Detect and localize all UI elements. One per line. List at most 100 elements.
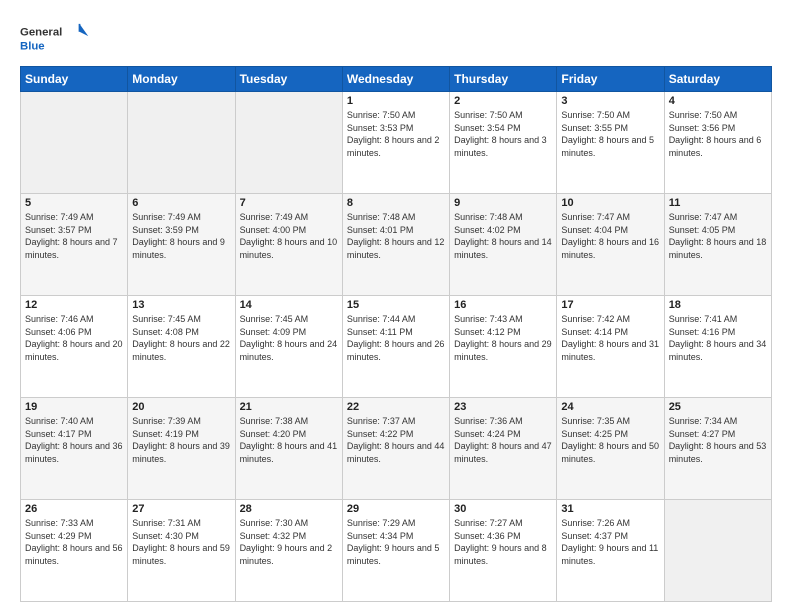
calendar-cell: 31 Sunrise: 7:26 AM Sunset: 4:37 PM Dayli… [557,500,664,602]
page: General Blue SundayMondayTuesdayWednesda… [0,0,792,612]
day-number: 5 [25,197,123,209]
calendar-cell: 6 Sunrise: 7:49 AM Sunset: 3:59 PM Daylig… [128,194,235,296]
day-number: 14 [240,299,338,311]
day-number: 12 [25,299,123,311]
day-number: 28 [240,503,338,515]
calendar-cell: 3 Sunrise: 7:50 AM Sunset: 3:55 PM Daylig… [557,92,664,194]
calendar-cell: 4 Sunrise: 7:50 AM Sunset: 3:56 PM Daylig… [664,92,771,194]
day-number: 19 [25,401,123,413]
calendar-cell [21,92,128,194]
calendar-cell: 30 Sunrise: 7:27 AM Sunset: 4:36 PM Dayli… [450,500,557,602]
day-info: Sunrise: 7:35 AM Sunset: 4:25 PM Dayligh… [561,415,659,465]
calendar-cell: 26Sunrise: 7:33 AM Sunset: 4:29 PM Dayli… [21,500,128,602]
day-number: 4 [669,95,767,107]
day-info: Sunrise: 7:36 AM Sunset: 4:24 PM Dayligh… [454,415,552,465]
day-number: 13 [132,299,230,311]
day-number: 6 [132,197,230,209]
weekday-header-friday: Friday [557,67,664,92]
calendar-cell: 23 Sunrise: 7:36 AM Sunset: 4:24 PM Dayli… [450,398,557,500]
day-number: 2 [454,95,552,107]
day-info: Sunrise: 7:26 AM Sunset: 4:37 PM Dayligh… [561,517,659,567]
calendar-cell [664,500,771,602]
day-number: 23 [454,401,552,413]
svg-text:General: General [20,26,62,38]
day-number: 7 [240,197,338,209]
calendar-cell: 24 Sunrise: 7:35 AM Sunset: 4:25 PM Dayli… [557,398,664,500]
day-info: Sunrise: 7:50 AM Sunset: 3:56 PM Dayligh… [669,109,767,159]
day-info: Sunrise: 7:40 AM Sunset: 4:17 PM Dayligh… [25,415,123,465]
day-info: Sunrise: 7:46 AM Sunset: 4:06 PM Dayligh… [25,313,123,363]
day-info: Sunrise: 7:48 AM Sunset: 4:02 PM Dayligh… [454,211,552,261]
weekday-header-monday: Monday [128,67,235,92]
day-number: 27 [132,503,230,515]
day-number: 8 [347,197,445,209]
weekday-header-row: SundayMondayTuesdayWednesdayThursdayFrid… [21,67,772,92]
week-row-1: 1Sunrise: 7:50 AM Sunset: 3:53 PM Daylig… [21,92,772,194]
header: General Blue [20,18,772,56]
logo-icon: General Blue [20,18,90,56]
day-info: Sunrise: 7:45 AM Sunset: 4:09 PM Dayligh… [240,313,338,363]
calendar: SundayMondayTuesdayWednesdayThursdayFrid… [20,66,772,602]
day-number: 29 [347,503,445,515]
calendar-cell: 28 Sunrise: 7:30 AM Sunset: 4:32 PM Dayli… [235,500,342,602]
day-info: Sunrise: 7:50 AM Sunset: 3:55 PM Dayligh… [561,109,659,159]
day-number: 3 [561,95,659,107]
calendar-cell [128,92,235,194]
calendar-cell: 21 Sunrise: 7:38 AM Sunset: 4:20 PM Dayli… [235,398,342,500]
day-number: 10 [561,197,659,209]
day-number: 11 [669,197,767,209]
calendar-cell: 18 Sunrise: 7:41 AM Sunset: 4:16 PM Dayli… [664,296,771,398]
day-info: Sunrise: 7:34 AM Sunset: 4:27 PM Dayligh… [669,415,767,465]
day-info: Sunrise: 7:37 AM Sunset: 4:22 PM Dayligh… [347,415,445,465]
day-info: Sunrise: 7:49 AM Sunset: 3:59 PM Dayligh… [132,211,230,261]
day-number: 31 [561,503,659,515]
day-info: Sunrise: 7:29 AM Sunset: 4:34 PM Dayligh… [347,517,445,567]
calendar-cell: 12 Sunrise: 7:46 AM Sunset: 4:06 PM Dayli… [21,296,128,398]
calendar-cell: 14 Sunrise: 7:45 AM Sunset: 4:09 PM Dayli… [235,296,342,398]
day-info: Sunrise: 7:47 AM Sunset: 4:05 PM Dayligh… [669,211,767,261]
calendar-cell: 1Sunrise: 7:50 AM Sunset: 3:53 PM Daylig… [342,92,449,194]
week-row-5: 26Sunrise: 7:33 AM Sunset: 4:29 PM Dayli… [21,500,772,602]
day-info: Sunrise: 7:50 AM Sunset: 3:53 PM Dayligh… [347,109,445,159]
day-info: Sunrise: 7:30 AM Sunset: 4:32 PM Dayligh… [240,517,338,567]
day-number: 16 [454,299,552,311]
day-info: Sunrise: 7:48 AM Sunset: 4:01 PM Dayligh… [347,211,445,261]
day-number: 25 [669,401,767,413]
week-row-4: 19 Sunrise: 7:40 AM Sunset: 4:17 PM Dayli… [21,398,772,500]
day-info: Sunrise: 7:41 AM Sunset: 4:16 PM Dayligh… [669,313,767,363]
calendar-cell [235,92,342,194]
calendar-cell: 27 Sunrise: 7:31 AM Sunset: 4:30 PM Dayli… [128,500,235,602]
weekday-header-sunday: Sunday [21,67,128,92]
day-info: Sunrise: 7:43 AM Sunset: 4:12 PM Dayligh… [454,313,552,363]
week-row-3: 12 Sunrise: 7:46 AM Sunset: 4:06 PM Dayli… [21,296,772,398]
day-info: Sunrise: 7:47 AM Sunset: 4:04 PM Dayligh… [561,211,659,261]
day-number: 22 [347,401,445,413]
day-number: 15 [347,299,445,311]
calendar-cell: 17 Sunrise: 7:42 AM Sunset: 4:14 PM Dayli… [557,296,664,398]
day-info: Sunrise: 7:27 AM Sunset: 4:36 PM Dayligh… [454,517,552,567]
day-number: 24 [561,401,659,413]
calendar-cell: 8 Sunrise: 7:48 AM Sunset: 4:01 PM Daylig… [342,194,449,296]
day-number: 9 [454,197,552,209]
weekday-header-saturday: Saturday [664,67,771,92]
day-info: Sunrise: 7:42 AM Sunset: 4:14 PM Dayligh… [561,313,659,363]
day-info: Sunrise: 7:39 AM Sunset: 4:19 PM Dayligh… [132,415,230,465]
calendar-cell: 9 Sunrise: 7:48 AM Sunset: 4:02 PM Daylig… [450,194,557,296]
day-number: 18 [669,299,767,311]
calendar-cell: 5Sunrise: 7:49 AM Sunset: 3:57 PM Daylig… [21,194,128,296]
svg-text:Blue: Blue [20,40,45,52]
day-number: 17 [561,299,659,311]
day-info: Sunrise: 7:44 AM Sunset: 4:11 PM Dayligh… [347,313,445,363]
week-row-2: 5Sunrise: 7:49 AM Sunset: 3:57 PM Daylig… [21,194,772,296]
calendar-cell: 16 Sunrise: 7:43 AM Sunset: 4:12 PM Dayli… [450,296,557,398]
day-info: Sunrise: 7:49 AM Sunset: 4:00 PM Dayligh… [240,211,338,261]
day-info: Sunrise: 7:38 AM Sunset: 4:20 PM Dayligh… [240,415,338,465]
calendar-cell: 11 Sunrise: 7:47 AM Sunset: 4:05 PM Dayli… [664,194,771,296]
calendar-cell: 13Sunrise: 7:45 AM Sunset: 4:08 PM Dayli… [128,296,235,398]
calendar-cell: 7 Sunrise: 7:49 AM Sunset: 4:00 PM Daylig… [235,194,342,296]
weekday-header-wednesday: Wednesday [342,67,449,92]
day-info: Sunrise: 7:31 AM Sunset: 4:30 PM Dayligh… [132,517,230,567]
day-number: 30 [454,503,552,515]
calendar-cell: 25 Sunrise: 7:34 AM Sunset: 4:27 PM Dayli… [664,398,771,500]
day-number: 21 [240,401,338,413]
